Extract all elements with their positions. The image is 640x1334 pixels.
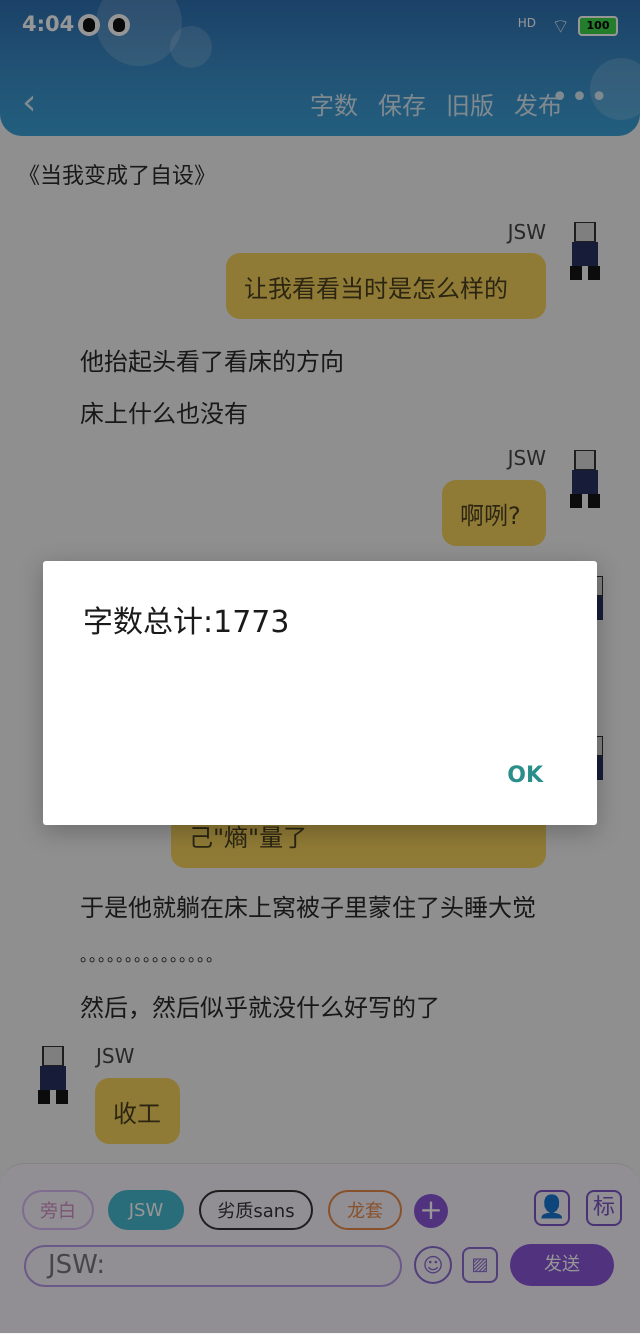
dialog-title: 字数总计:1773 [83,605,290,640]
ok-button[interactable]: OK [507,763,543,788]
word-count-dialog: 字数总计:1773 OK [43,561,597,825]
